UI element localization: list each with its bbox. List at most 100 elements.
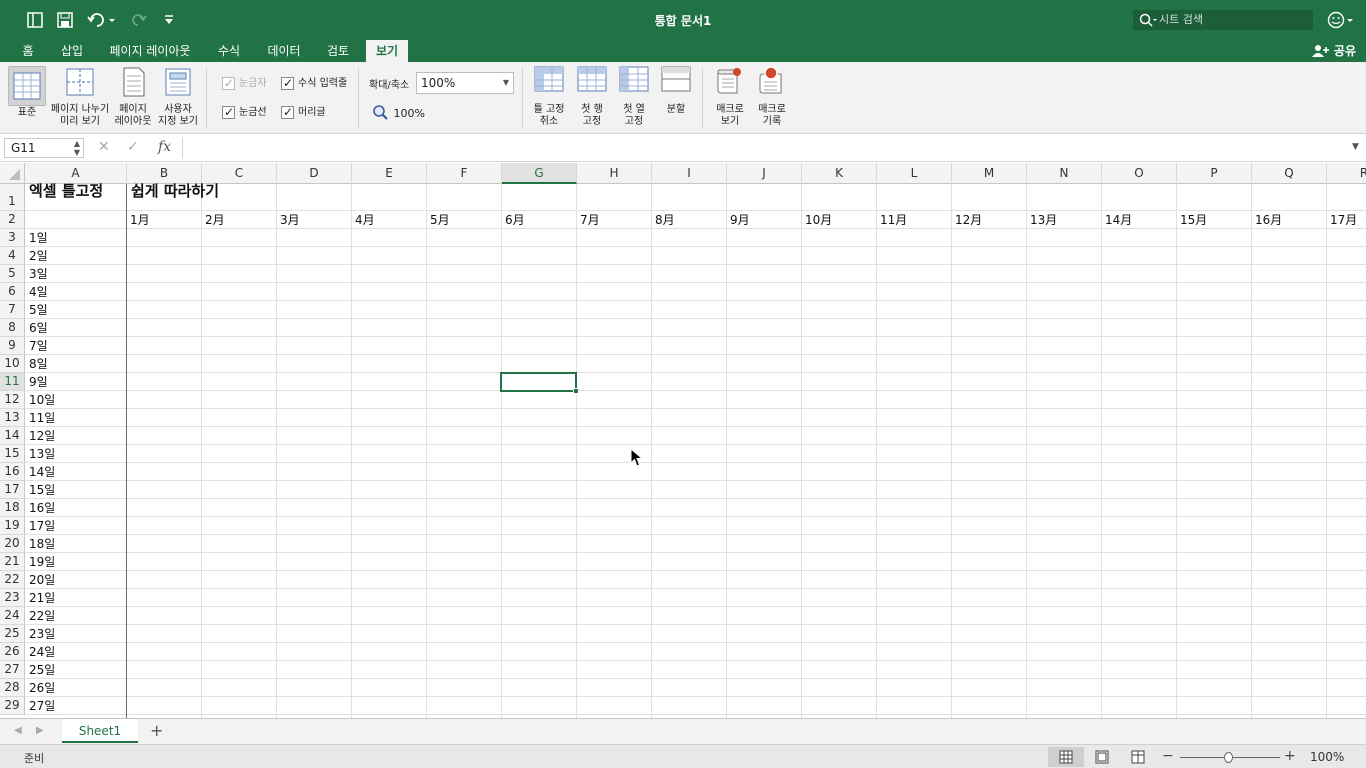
row-header[interactable]: 1 bbox=[0, 184, 25, 211]
row-header[interactable]: 28 bbox=[0, 679, 25, 697]
month-cell[interactable]: 11月 bbox=[878, 211, 907, 229]
confirm-icon[interactable]: ✓ bbox=[127, 139, 139, 155]
sheet-next-icon[interactable]: ▶ bbox=[36, 725, 44, 736]
day-cell[interactable]: 19일 bbox=[27, 553, 55, 571]
cell-a1[interactable]: 엑셀 틀고정 bbox=[27, 180, 103, 202]
day-cell[interactable]: 5일 bbox=[27, 301, 48, 319]
row-header[interactable]: 17 bbox=[0, 481, 25, 499]
row-header[interactable]: 16 bbox=[0, 463, 25, 481]
month-cell[interactable]: 14月 bbox=[1103, 211, 1132, 229]
tab-page-layout[interactable]: 페이지 레이아웃 bbox=[100, 40, 200, 62]
column-header[interactable]: K bbox=[802, 163, 877, 184]
row-header[interactable]: 5 bbox=[0, 265, 25, 283]
row-header[interactable]: 12 bbox=[0, 391, 25, 409]
tab-formulas[interactable]: 수식 bbox=[208, 40, 250, 62]
cancel-icon[interactable]: ✕ bbox=[98, 139, 110, 155]
row-header[interactable]: 25 bbox=[0, 625, 25, 643]
row-header[interactable]: 24 bbox=[0, 607, 25, 625]
day-cell[interactable]: 11일 bbox=[27, 409, 55, 427]
month-cell[interactable]: 1月 bbox=[128, 211, 150, 229]
unfreeze-panes-button[interactable]: 틀 고정 취소 bbox=[530, 66, 568, 128]
day-cell[interactable]: 23일 bbox=[27, 625, 55, 643]
zoom-slider-thumb[interactable] bbox=[1224, 752, 1233, 763]
select-all-corner[interactable] bbox=[0, 163, 25, 184]
column-header[interactable]: O bbox=[1102, 163, 1177, 184]
month-cell[interactable]: 2月 bbox=[203, 211, 225, 229]
tab-home[interactable]: 홈 bbox=[12, 40, 44, 62]
column-header[interactable]: H bbox=[577, 163, 652, 184]
row-header[interactable]: 22 bbox=[0, 571, 25, 589]
month-cell[interactable]: 3月 bbox=[278, 211, 300, 229]
column-header[interactable]: I bbox=[652, 163, 727, 184]
tab-view[interactable]: 보기 bbox=[366, 40, 408, 62]
day-cell[interactable]: 9일 bbox=[27, 373, 48, 391]
column-header[interactable]: L bbox=[877, 163, 952, 184]
fill-handle[interactable] bbox=[573, 388, 579, 394]
zoom-select[interactable]: 100% ▼ bbox=[416, 72, 514, 94]
split-button[interactable]: 분할 bbox=[658, 66, 694, 116]
page-layout-button[interactable]: 페이지 레이아웃 bbox=[112, 66, 154, 128]
month-cell[interactable]: 7月 bbox=[578, 211, 600, 229]
row-header[interactable]: 9 bbox=[0, 337, 25, 355]
row-header[interactable]: 18 bbox=[0, 499, 25, 517]
headings-checkbox[interactable]: 머리글 bbox=[281, 104, 326, 121]
row-header[interactable]: 20 bbox=[0, 535, 25, 553]
day-cell[interactable]: 25일 bbox=[27, 661, 55, 679]
day-cell[interactable]: 24일 bbox=[27, 643, 55, 661]
zoom-in-icon[interactable]: + bbox=[1284, 748, 1296, 764]
row-header[interactable]: 2 bbox=[0, 211, 25, 229]
day-cell[interactable]: 20일 bbox=[27, 571, 55, 589]
tab-insert[interactable]: 삽입 bbox=[52, 40, 92, 62]
ruler-checkbox[interactable]: 눈금자 bbox=[222, 75, 267, 92]
page-layout-status-icon[interactable] bbox=[1084, 747, 1120, 767]
day-cell[interactable]: 1일 bbox=[27, 229, 48, 247]
row-header[interactable]: 13 bbox=[0, 409, 25, 427]
day-cell[interactable]: 13일 bbox=[27, 445, 55, 463]
day-cell[interactable]: 10일 bbox=[27, 391, 55, 409]
column-header[interactable]: Q bbox=[1252, 163, 1327, 184]
row-header[interactable]: 29 bbox=[0, 697, 25, 715]
formula-input[interactable] bbox=[182, 137, 1346, 159]
column-header[interactable]: E bbox=[352, 163, 427, 184]
row-header[interactable]: 19 bbox=[0, 517, 25, 535]
custom-views-button[interactable]: 사용자 지정 보기 bbox=[156, 66, 200, 128]
row-header[interactable]: 14 bbox=[0, 427, 25, 445]
day-cell[interactable]: 22일 bbox=[27, 607, 55, 625]
month-cell[interactable]: 17月 bbox=[1328, 211, 1357, 229]
formula-bar-checkbox[interactable]: 수식 입력줄 bbox=[281, 75, 347, 92]
month-cell[interactable]: 16月 bbox=[1253, 211, 1282, 229]
expand-formula-icon[interactable]: ▼ bbox=[1352, 142, 1359, 152]
day-cell[interactable]: 6일 bbox=[27, 319, 48, 337]
month-cell[interactable]: 8月 bbox=[653, 211, 675, 229]
page-break-preview-button[interactable]: 페이지 나누기 미리 보기 bbox=[50, 66, 110, 128]
day-cell[interactable]: 16일 bbox=[27, 499, 55, 517]
add-sheet-icon[interactable]: + bbox=[150, 721, 163, 740]
name-box[interactable]: G11 ▲ ▼ bbox=[4, 138, 84, 158]
normal-view-status-icon[interactable] bbox=[1048, 747, 1084, 767]
day-cell[interactable]: 15일 bbox=[27, 481, 55, 499]
zoom-out-icon[interactable]: − bbox=[1162, 748, 1174, 764]
row-header[interactable]: 8 bbox=[0, 319, 25, 337]
column-header[interactable]: G bbox=[502, 163, 577, 184]
month-cell[interactable]: 15月 bbox=[1178, 211, 1207, 229]
row-header[interactable]: 23 bbox=[0, 589, 25, 607]
row-header[interactable]: 27 bbox=[0, 661, 25, 679]
search-input[interactable]: 시트 검색 bbox=[1133, 10, 1313, 30]
column-header[interactable]: P bbox=[1177, 163, 1252, 184]
row-header[interactable]: 10 bbox=[0, 355, 25, 373]
cell-b1[interactable]: 쉽게 따라하기 bbox=[129, 180, 219, 202]
day-cell[interactable]: 12일 bbox=[27, 427, 55, 445]
column-header[interactable]: J bbox=[727, 163, 802, 184]
column-header[interactable]: M bbox=[952, 163, 1027, 184]
column-header[interactable]: D bbox=[277, 163, 352, 184]
day-cell[interactable]: 27일 bbox=[27, 697, 55, 715]
month-cell[interactable]: 10月 bbox=[803, 211, 832, 229]
smiley-feedback-icon[interactable] bbox=[1326, 9, 1358, 31]
share-button[interactable]: 공유 bbox=[1311, 40, 1356, 62]
month-cell[interactable]: 6月 bbox=[503, 211, 525, 229]
row-header[interactable]: 4 bbox=[0, 247, 25, 265]
day-cell[interactable]: 4일 bbox=[27, 283, 48, 301]
day-cell[interactable]: 18일 bbox=[27, 535, 55, 553]
month-cell[interactable]: 4月 bbox=[353, 211, 375, 229]
row-header[interactable]: 11 bbox=[0, 373, 25, 391]
